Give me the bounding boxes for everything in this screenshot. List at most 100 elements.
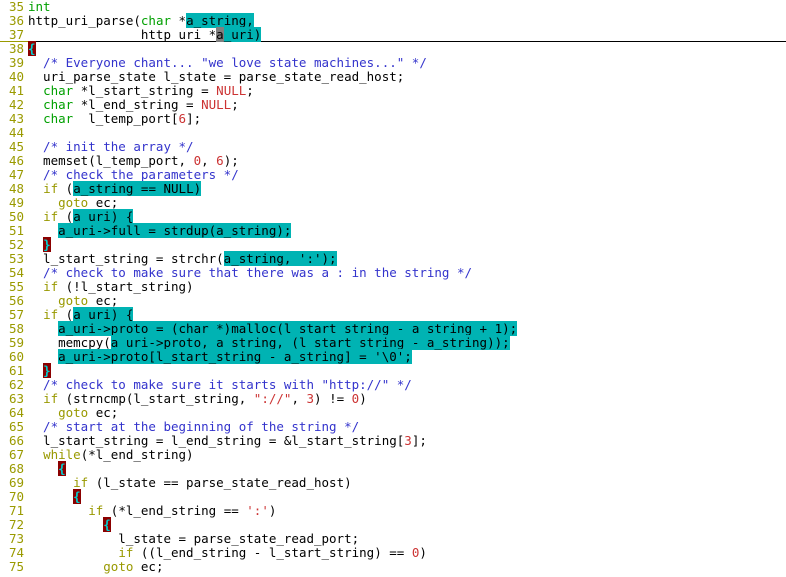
code-line[interactable]: 61 } <box>0 363 786 378</box>
code-line[interactable]: 41 char *l_start_string = NULL; <box>0 84 786 98</box>
code-line-content[interactable]: if (l_state == parse_state_read_host) <box>28 476 786 490</box>
code-line-content[interactable]: a_uri->proto[l_start_string - a_string] … <box>28 349 786 364</box>
line-number: 64 <box>8 405 24 420</box>
code-lines-container[interactable]: 35 int 36 http_uri_parse(char *a_string, 37 … <box>0 0 786 574</box>
code-line[interactable]: 38 { <box>0 41 786 56</box>
code-line-content[interactable]: { <box>28 461 786 476</box>
code-line[interactable]: 72 { <box>0 517 786 532</box>
code-line[interactable]: 44 <box>0 126 786 140</box>
code-line-content[interactable]: memcpy(a_uri->proto, a_string, (l_start_… <box>28 335 786 350</box>
code-line-content[interactable]: int <box>28 0 786 14</box>
code-line-content[interactable]: /* check the parameters */ <box>28 168 786 182</box>
line-number: 53 <box>8 251 24 266</box>
code-line[interactable]: 40 uri_parse_state l_state = parse_state… <box>0 70 786 84</box>
statement-keyword-token: if <box>118 545 134 560</box>
code-line[interactable]: 69 if (l_state == parse_state_read_host) <box>0 476 786 490</box>
code-line-content[interactable]: } <box>28 363 786 378</box>
code-line[interactable]: 63 if (strncmp(l_start_string, "://", 3)… <box>0 392 786 406</box>
code-line[interactable]: 62 /* check to make sure it starts with … <box>0 378 786 392</box>
code-line[interactable]: 46 memset(l_temp_port, 0, 6); <box>0 154 786 168</box>
code-token: (strncmp(l_start_string, <box>58 391 254 406</box>
code-line-content[interactable]: l_start_string = l_end_string = &l_start… <box>28 434 786 448</box>
code-editor-view[interactable]: 35 int 36 http_uri_parse(char *a_string, 37 … <box>0 0 786 577</box>
code-line[interactable]: 51 a_uri->full = strdup(a_string); <box>0 223 786 238</box>
code-line-content[interactable]: { <box>28 489 786 504</box>
code-line-content[interactable]: while(*l_end_string) <box>28 448 786 462</box>
line-number: 36 <box>8 13 24 28</box>
code-line[interactable]: 36 http_uri_parse(char *a_string, <box>0 13 786 28</box>
code-line[interactable]: 50 if (a_uri) { <box>0 209 786 224</box>
code-line-content[interactable]: if (a_uri) { <box>28 209 786 224</box>
code-line-content[interactable]: l_state = parse_state_read_port; <box>28 532 786 546</box>
code-line[interactable]: 53 l_start_string = strchr(a_string, ':'… <box>0 251 786 266</box>
code-line[interactable]: 56 goto ec; <box>0 294 786 308</box>
code-line-content[interactable]: { <box>28 517 786 532</box>
code-line-content[interactable]: /* check to make sure that there was a :… <box>28 266 786 280</box>
code-line-content[interactable]: /* init the array */ <box>28 140 786 154</box>
code-line[interactable]: 73 l_state = parse_state_read_port; <box>0 532 786 546</box>
code-line[interactable]: 67 while(*l_end_string) <box>0 448 786 462</box>
code-line[interactable]: 59 memcpy(a_uri->proto, a_string, (l_sta… <box>0 335 786 350</box>
line-number: 39 <box>8 55 24 70</box>
code-line-content[interactable]: http_uri_parse(char *a_string, <box>28 13 786 28</box>
code-token: l_state = parse_state_read_port; <box>28 531 360 546</box>
code-line[interactable]: 37 http_uri *a_uri) <box>0 27 786 42</box>
code-line[interactable]: 52 } <box>0 237 786 252</box>
line-number: 57 <box>8 307 24 322</box>
code-line-content[interactable]: if (strncmp(l_start_string, "://", 3) !=… <box>28 392 786 406</box>
code-line-content[interactable]: goto ec; <box>28 196 786 210</box>
code-line-content[interactable]: if (a_string == NULL) <box>28 181 786 196</box>
code-line-content[interactable]: uri_parse_state l_state = parse_state_re… <box>28 70 786 84</box>
code-line[interactable]: 57 if (a_uri) { <box>0 307 786 322</box>
code-line[interactable]: 54 /* check to make sure that there was … <box>0 266 786 280</box>
code-line[interactable]: 58 a_uri->proto = (char *)malloc(l_start… <box>0 321 786 336</box>
code-line[interactable]: 60 a_uri->proto[l_start_string - a_strin… <box>0 349 786 364</box>
code-line-content[interactable]: a_uri->full = strdup(a_string); <box>28 223 786 238</box>
code-line[interactable]: 43 char l_temp_port[6]; <box>0 112 786 126</box>
code-line[interactable]: 55 if (!l_start_string) <box>0 280 786 294</box>
code-line-content[interactable] <box>28 126 786 140</box>
code-line-content[interactable]: l_start_string = strchr(a_string, ':'); <box>28 251 786 266</box>
code-line[interactable]: 64 goto ec; <box>0 406 786 420</box>
code-line-content[interactable]: char *l_start_string = NULL; <box>28 84 786 98</box>
code-line[interactable]: 39 /* Everyone chant... "we love state m… <box>0 56 786 70</box>
line-number: 42 <box>8 97 24 112</box>
code-line[interactable]: 45 /* init the array */ <box>0 140 786 154</box>
code-line-content[interactable]: http_uri *a_uri) <box>28 27 786 42</box>
code-line-content[interactable]: /* Everyone chant... "we love state mach… <box>28 56 786 70</box>
code-line[interactable]: 70 { <box>0 489 786 504</box>
code-line-content[interactable]: if ((l_end_string - l_start_string) == 0… <box>28 546 786 560</box>
code-line-content[interactable]: /* check to make sure it starts with "ht… <box>28 378 786 392</box>
code-line-content[interactable]: memset(l_temp_port, 0, 6); <box>28 154 786 168</box>
code-line-content[interactable]: char l_temp_port[6]; <box>28 112 786 126</box>
comment-token: /* check the parameters */ <box>28 167 239 182</box>
code-line-content[interactable]: if (a_uri) { <box>28 307 786 322</box>
code-line[interactable]: 71 if (*l_end_string == ':') <box>0 504 786 518</box>
code-line[interactable]: 49 goto ec; <box>0 196 786 210</box>
code-line[interactable]: 75 goto ec; <box>0 560 786 574</box>
code-line-content[interactable]: goto ec; <box>28 560 786 574</box>
code-line-content[interactable]: goto ec; <box>28 294 786 308</box>
code-line-content[interactable]: { <box>28 41 786 56</box>
code-line-content[interactable]: /* start at the beginning of the string … <box>28 420 786 434</box>
literal-token: "://" <box>253 391 292 406</box>
code-line[interactable]: 47 /* check the parameters */ <box>0 168 786 182</box>
code-line-content[interactable]: goto ec; <box>28 406 786 420</box>
code-line[interactable]: 42 char *l_end_string = NULL; <box>0 98 786 112</box>
code-line[interactable]: 65 /* start at the beginning of the stri… <box>0 420 786 434</box>
comment-token: /* start at the beginning of the string … <box>28 419 360 434</box>
code-line[interactable]: 74 if ((l_end_string - l_start_string) =… <box>0 546 786 560</box>
code-line-content[interactable]: char *l_end_string = NULL; <box>28 98 786 112</box>
code-line[interactable]: 48 if (a_string == NULL) <box>0 181 786 196</box>
code-line-content[interactable]: } <box>28 237 786 252</box>
code-line-content[interactable]: if (*l_end_string == ':') <box>28 504 786 518</box>
code-line-content[interactable]: a_uri->proto = (char *)malloc(l_start_st… <box>28 321 786 336</box>
code-line-content[interactable]: if (!l_start_string) <box>28 280 786 294</box>
code-line[interactable]: 66 l_start_string = l_end_string = &l_st… <box>0 434 786 448</box>
code-line[interactable]: 35 int <box>0 0 786 14</box>
code-line[interactable]: 68 { <box>0 461 786 476</box>
